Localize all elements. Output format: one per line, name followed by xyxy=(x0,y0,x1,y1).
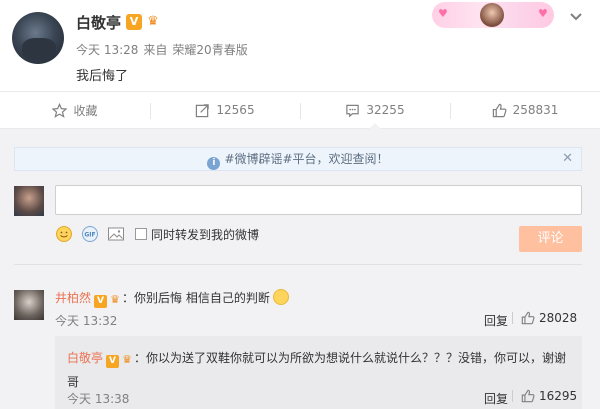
heart-icon: ♥ xyxy=(438,7,448,20)
comment-button[interactable]: 32255 xyxy=(300,92,450,129)
post-action-bar: 收藏 12565 32255 258831 xyxy=(0,91,600,129)
member-crown-icon: ♛ xyxy=(110,293,120,306)
comment-input[interactable] xyxy=(55,185,582,215)
current-user-avatar xyxy=(14,186,44,216)
submit-comment-button[interactable]: 评论 xyxy=(519,226,582,252)
comment-area: i #微博辟谣#平台，欢迎查阅！ ✕ GIF 同时转发到我的微博 评论 井柏然 V ♛… xyxy=(0,129,600,409)
repost-button[interactable]: 12565 xyxy=(150,92,300,128)
post-meta: 今天 13:28 来自 荣耀20青春版 xyxy=(76,41,253,58)
svg-text:GIF: GIF xyxy=(84,232,95,239)
commenter-name[interactable]: 井柏然 xyxy=(55,291,91,305)
reply-time: 今天 13:38 xyxy=(67,392,130,406)
author-avatar[interactable] xyxy=(12,12,64,64)
star-icon xyxy=(52,102,68,118)
like-icon xyxy=(521,389,535,403)
comment-time: 今天 13:32 xyxy=(55,314,118,328)
gif-icon[interactable]: GIF xyxy=(81,225,99,243)
source-prefix: 来自 xyxy=(143,43,168,57)
fan-card-decoration: ♥ ♥ xyxy=(432,2,554,28)
comment-count: 32255 xyxy=(366,103,405,117)
rumor-notice-bar[interactable]: i #微博辟谣#平台，欢迎查阅！ ✕ xyxy=(14,147,582,171)
comment-like-button[interactable]: 28028 xyxy=(512,311,577,325)
post-source[interactable]: 荣耀20青春版 xyxy=(172,43,247,57)
reply-like-button[interactable]: 16295 xyxy=(512,389,577,403)
favorite-button[interactable]: 收藏 xyxy=(0,92,150,128)
divider xyxy=(14,264,582,265)
heart-icon: ♥ xyxy=(538,7,548,20)
commenter-avatar[interactable] xyxy=(14,290,44,320)
info-icon: i xyxy=(207,157,221,170)
author-name[interactable]: 白敬亭 xyxy=(76,12,121,33)
member-crown-icon: ♛ xyxy=(122,353,132,366)
replier-name[interactable]: 白敬亭 xyxy=(67,351,103,365)
like-count: 258831 xyxy=(512,103,559,117)
reply-button[interactable]: 回复 xyxy=(484,312,508,329)
verified-badge-icon: V xyxy=(126,14,142,30)
like-icon xyxy=(521,311,535,325)
more-chevron-icon[interactable] xyxy=(568,8,584,24)
nested-reply: 白敬亭 V ♛ ：你以为送了双鞋你就可以为所欲为想说什么就说什么？？？没错，你可以，谢… xyxy=(55,336,582,409)
like-icon xyxy=(492,103,507,117)
reply-text: ：你以为送了双鞋你就可以为所欲为想说什么就说什么？？？没错，你可以，谢谢哥 xyxy=(67,351,567,389)
repost-icon xyxy=(196,103,210,117)
forward-checkbox[interactable] xyxy=(135,228,147,240)
like-button[interactable]: 258831 xyxy=(450,92,600,128)
emoji-icon[interactable] xyxy=(55,225,73,243)
verified-badge-icon: V xyxy=(106,355,120,368)
verified-badge-icon: V xyxy=(94,295,108,308)
smile-emoji-icon xyxy=(272,289,289,305)
image-icon[interactable] xyxy=(107,225,125,243)
notice-text[interactable]: #微博辟谣#平台，欢迎查阅！ xyxy=(224,152,388,166)
comment-body: 井柏然 V ♛ ：你别后悔 相信自己的判断 xyxy=(55,289,289,308)
comment-icon xyxy=(346,104,360,117)
post-time[interactable]: 今天 13:28 xyxy=(76,43,138,57)
fan-card-avatar xyxy=(480,3,504,27)
repost-count: 12565 xyxy=(216,103,255,117)
comment-toolbar: GIF 同时转发到我的微博 xyxy=(55,224,259,244)
post-text: 我后悔了 xyxy=(76,69,129,84)
reply-like-count: 16295 xyxy=(539,389,578,403)
favorite-label: 收藏 xyxy=(73,103,98,118)
close-icon[interactable]: ✕ xyxy=(562,148,573,170)
reply-button[interactable]: 回复 xyxy=(484,390,508,407)
comment-text: ：你别后悔 相信自己的判断 xyxy=(122,291,270,305)
member-crown-icon: ♛ xyxy=(147,14,159,29)
forward-label: 同时转发到我的微博 xyxy=(151,227,260,242)
comment-like-count: 28028 xyxy=(539,311,578,325)
reply-body: 白敬亭 V ♛ ：你以为送了双鞋你就可以为所欲为想说什么就说什么？？？没错，你可以，谢… xyxy=(67,346,577,394)
